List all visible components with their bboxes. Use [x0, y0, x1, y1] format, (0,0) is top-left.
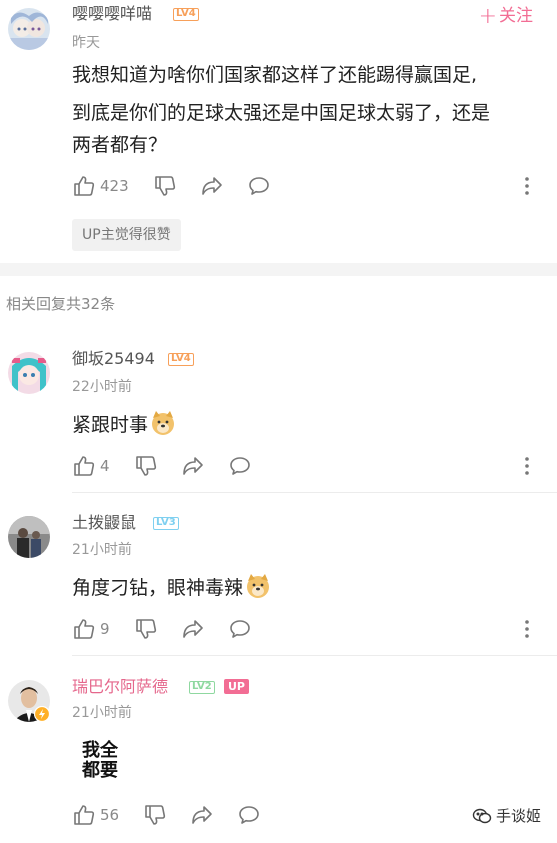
like-count: 56 — [100, 806, 120, 824]
sticker-line: 都要 — [82, 760, 118, 781]
timestamp: 21小时前 — [72, 542, 132, 558]
content-line: 两者都有？ — [72, 134, 168, 156]
avatar[interactable] — [8, 352, 50, 394]
reply-sticker: 我全 都要 — [80, 741, 120, 781]
like-count: 9 — [100, 620, 110, 638]
username[interactable]: 御坂25494 — [72, 349, 155, 369]
timestamp: 21小时前 — [72, 705, 132, 721]
plus-icon: + — [478, 4, 497, 29]
like-count: 423 — [100, 177, 129, 195]
follow-label: 关注 — [499, 6, 533, 26]
comment-icon[interactable] — [228, 454, 252, 478]
watermark-text: 手谈姬 — [496, 807, 542, 825]
dislike-icon[interactable] — [134, 454, 158, 478]
verified-badge-icon — [34, 706, 50, 722]
level-badge: LV3 — [153, 517, 179, 530]
dislike-icon[interactable] — [134, 617, 158, 641]
share-icon[interactable] — [181, 454, 205, 478]
username[interactable]: 瑞巴尔阿萨德 — [72, 677, 168, 697]
reply-actions: 9 — [72, 617, 537, 643]
share-icon[interactable] — [181, 617, 205, 641]
comment-icon[interactable] — [247, 174, 271, 198]
level-badge: LV2 — [189, 681, 215, 694]
level-badge: LV4 — [168, 353, 194, 366]
like-icon[interactable] — [72, 174, 96, 198]
replies-count-header: 相关回复共32条 — [6, 295, 116, 313]
avatar[interactable] — [8, 8, 50, 50]
username[interactable]: 嘤嘤嘤咩喵 — [72, 4, 152, 24]
sticker-line: 我全 — [82, 740, 118, 761]
up-liked-tag: UP主觉得很赞 — [72, 219, 181, 251]
reply-actions: 56 — [72, 803, 537, 829]
comment-icon[interactable] — [237, 803, 261, 827]
divider — [72, 492, 557, 493]
like-icon[interactable] — [72, 803, 96, 827]
watermark-logo-icon — [472, 808, 492, 824]
more-icon[interactable] — [525, 618, 529, 640]
reply-text: 角度刁钻，眼神毒辣 — [72, 577, 244, 599]
avatar[interactable] — [8, 516, 50, 558]
more-icon[interactable] — [525, 455, 529, 477]
share-icon[interactable] — [190, 803, 214, 827]
reply-content: 角度刁钻，眼神毒辣 — [72, 569, 271, 607]
username[interactable]: 土拨鼹鼠 — [72, 513, 136, 533]
reply-content: 紧跟时事 — [72, 406, 176, 444]
dislike-icon[interactable] — [143, 803, 167, 827]
share-icon[interactable] — [200, 174, 224, 198]
reply-text: 紧跟时事 — [72, 414, 149, 436]
doge-emoji — [152, 411, 175, 435]
dislike-icon[interactable] — [153, 174, 177, 198]
up-badge: UP — [224, 679, 249, 694]
reply-actions: 4 — [72, 454, 537, 480]
section-divider — [0, 263, 557, 276]
comment-actions: 423 — [72, 174, 537, 200]
timestamp: 昨天 — [72, 35, 100, 51]
like-icon[interactable] — [72, 454, 96, 478]
watermark: 手谈姬 — [472, 806, 541, 826]
content-line: 我想知道为啥你们国家都这样了还能踢得赢国足, — [72, 64, 478, 86]
level-badge: LV4 — [173, 8, 199, 21]
doge-emoji — [247, 574, 270, 598]
divider — [72, 655, 557, 656]
timestamp: 22小时前 — [72, 379, 132, 395]
comment-icon[interactable] — [228, 617, 252, 641]
follow-button[interactable]: + 关注 — [478, 4, 533, 29]
like-icon[interactable] — [72, 617, 96, 641]
like-count: 4 — [100, 457, 110, 475]
more-icon[interactable] — [525, 175, 529, 197]
